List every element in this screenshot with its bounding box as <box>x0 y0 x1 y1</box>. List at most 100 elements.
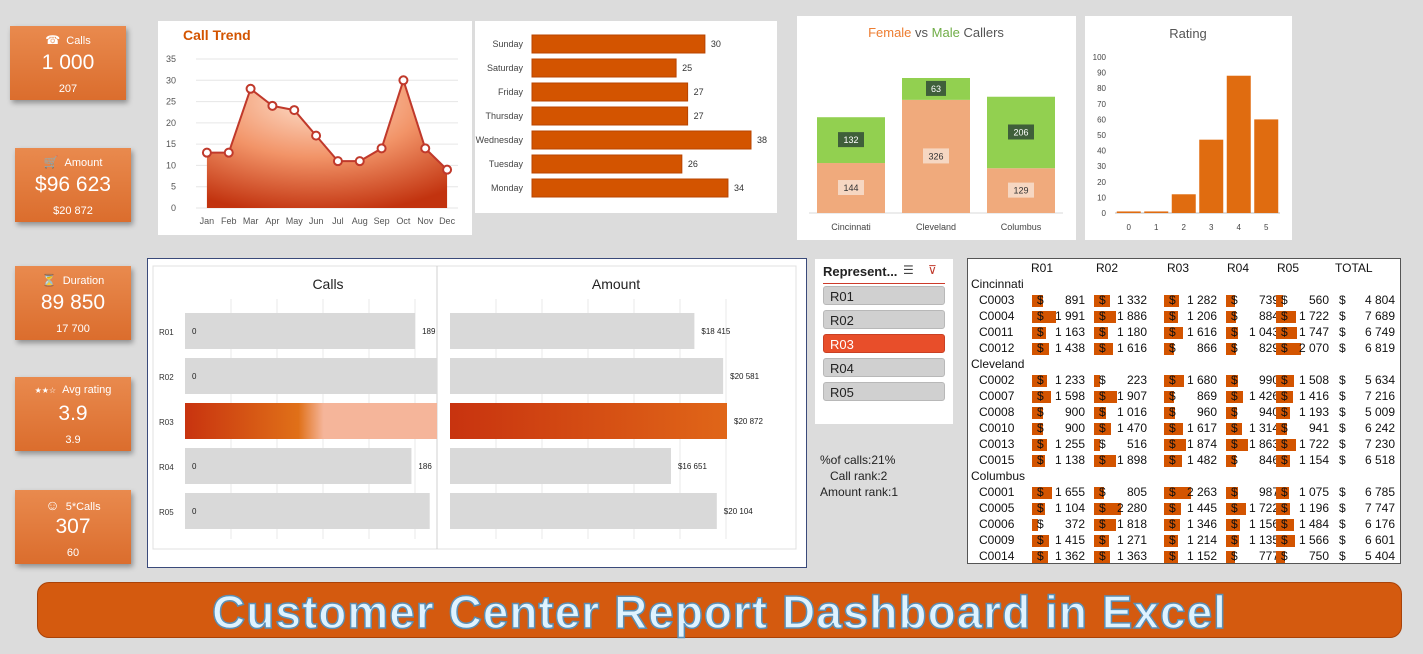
trend-point <box>332 156 343 167</box>
row-total: 7 747 <box>1364 501 1395 515</box>
currency-symbol: $ <box>1099 293 1106 307</box>
currency-symbol: $ <box>1339 517 1346 531</box>
currency-symbol: $ <box>1339 501 1346 515</box>
calls-panel-title: Calls <box>312 276 343 292</box>
day-label: Thursday <box>485 111 523 121</box>
x-tick-label: Sep <box>374 216 390 226</box>
x-tick-label: 0 <box>1127 223 1132 232</box>
currency-symbol: $ <box>1231 341 1238 355</box>
kpi-calls: ☎ Calls 1 000 207 <box>10 26 126 100</box>
pct-calls: %of calls:21% <box>820 453 896 467</box>
currency-symbol: $ <box>1169 453 1176 467</box>
trend-point <box>354 156 365 167</box>
currency-symbol: $ <box>1281 421 1288 435</box>
x-tick-label: May <box>286 216 304 226</box>
currency-symbol: $ <box>1099 437 1106 451</box>
table-value: 1 180 <box>1116 325 1147 339</box>
slicer-item-r04[interactable]: R04 <box>823 358 945 377</box>
row-total: 6 242 <box>1364 421 1395 435</box>
trend-point <box>223 147 234 158</box>
kpi-duration: ⏳ Duration 89 850 17 700 <box>15 266 131 340</box>
currency-symbol: $ <box>1037 485 1044 499</box>
day-value-label: 34 <box>734 183 744 193</box>
table-value: 1 886 <box>1116 309 1147 323</box>
x-tick-label: Jun <box>309 216 324 226</box>
column-header: R03 <box>1167 261 1190 275</box>
x-tick-label: Oct <box>396 216 411 226</box>
currency-symbol: $ <box>1231 389 1238 403</box>
slicer-item-r03[interactable]: R03 <box>823 334 945 353</box>
table-value: 941 <box>1308 421 1329 435</box>
table-value: 1 680 <box>1186 373 1217 387</box>
currency-symbol: $ <box>1099 325 1106 339</box>
group-label: Cincinnati <box>971 277 1024 291</box>
multi-select-icon[interactable]: ☰ <box>903 263 914 277</box>
clear-filter-icon[interactable]: ⊽ <box>928 263 937 277</box>
table-value: 866 <box>1196 341 1217 355</box>
table-value: 1 818 <box>1116 517 1147 531</box>
table-value: 1 616 <box>1186 325 1217 339</box>
x-tick-label: 2 <box>1182 223 1187 232</box>
currency-symbol: $ <box>1037 533 1044 547</box>
currency-symbol: $ <box>1099 405 1106 419</box>
currency-symbol: $ <box>1281 325 1288 339</box>
table-value: 990 <box>1258 373 1279 387</box>
table-value: 829 <box>1258 341 1279 355</box>
rating-chart: Rating 0 10 20 30 40 50 60 70 80 90 100 0 1 2 3 4 5 <box>1085 16 1292 240</box>
kpi-value: 3.9 <box>58 402 88 425</box>
currency-symbol: $ <box>1231 293 1238 307</box>
currency-symbol: $ <box>1169 341 1176 355</box>
currency-symbol: $ <box>1099 485 1106 499</box>
table-value: 1 332 <box>1116 293 1147 307</box>
row-total: 6 819 <box>1364 341 1395 355</box>
y-tick-label: 60 <box>1097 115 1106 124</box>
slicer-item-r02[interactable]: R02 <box>823 310 945 329</box>
table-value: 1 874 <box>1186 437 1217 451</box>
table-value: 1 152 <box>1186 549 1217 563</box>
day-value-label: 25 <box>682 63 692 73</box>
currency-symbol: $ <box>1281 437 1288 451</box>
table-value: 1 598 <box>1054 389 1085 403</box>
day-value-label: 26 <box>688 159 698 169</box>
table-value: 2 263 <box>1186 485 1217 499</box>
y-tick-label: 30 <box>1097 162 1106 171</box>
currency-symbol: $ <box>1169 373 1176 387</box>
x-tick-label: Feb <box>221 216 237 226</box>
currency-symbol: $ <box>1281 309 1288 323</box>
kpi-label: Avg rating <box>62 384 112 396</box>
x-tick-label: 5 <box>1264 223 1269 232</box>
rating-title: Rating <box>1169 26 1207 41</box>
kpi-sub: 17 700 <box>56 323 90 335</box>
value-label: 206 <box>1013 127 1028 137</box>
kpi-sub: 3.9 <box>65 434 81 446</box>
trend-point <box>420 143 431 154</box>
currency-symbol: $ <box>1281 341 1288 355</box>
table-value: 1 445 <box>1186 501 1217 515</box>
currency-symbol: $ <box>1037 341 1044 355</box>
column-header: R02 <box>1096 261 1119 275</box>
trend-point <box>311 130 322 141</box>
currency-symbol: $ <box>1339 421 1346 435</box>
currency-symbol: $ <box>1037 421 1044 435</box>
amount-label: $20 872 <box>734 417 763 426</box>
currency-symbol: $ <box>1169 485 1176 499</box>
row-id: C0009 <box>979 533 1015 547</box>
amount-bar <box>450 358 724 394</box>
amount-panel-title: Amount <box>592 276 640 292</box>
y-tick-label: 15 <box>166 139 176 149</box>
slicer-item-r01[interactable]: R01 <box>823 286 945 305</box>
kpi-value: 89 850 <box>40 291 106 314</box>
x-tick-label: Jul <box>332 216 344 226</box>
slicer-item-r05[interactable]: R05 <box>823 382 945 401</box>
calls-left-label: 0 <box>192 327 197 336</box>
day-value-label: 27 <box>694 87 704 97</box>
column-header: TOTAL <box>1335 261 1373 275</box>
rep-label: R05 <box>159 508 174 517</box>
rating-bar <box>1144 211 1169 213</box>
currency-symbol: $ <box>1281 549 1288 563</box>
table-value: 1 426 <box>1248 389 1279 403</box>
row-total: 6 785 <box>1364 485 1395 499</box>
rep-label: R03 <box>159 418 174 427</box>
table-value: 846 <box>1258 453 1279 467</box>
currency-symbol: $ <box>1169 437 1176 451</box>
